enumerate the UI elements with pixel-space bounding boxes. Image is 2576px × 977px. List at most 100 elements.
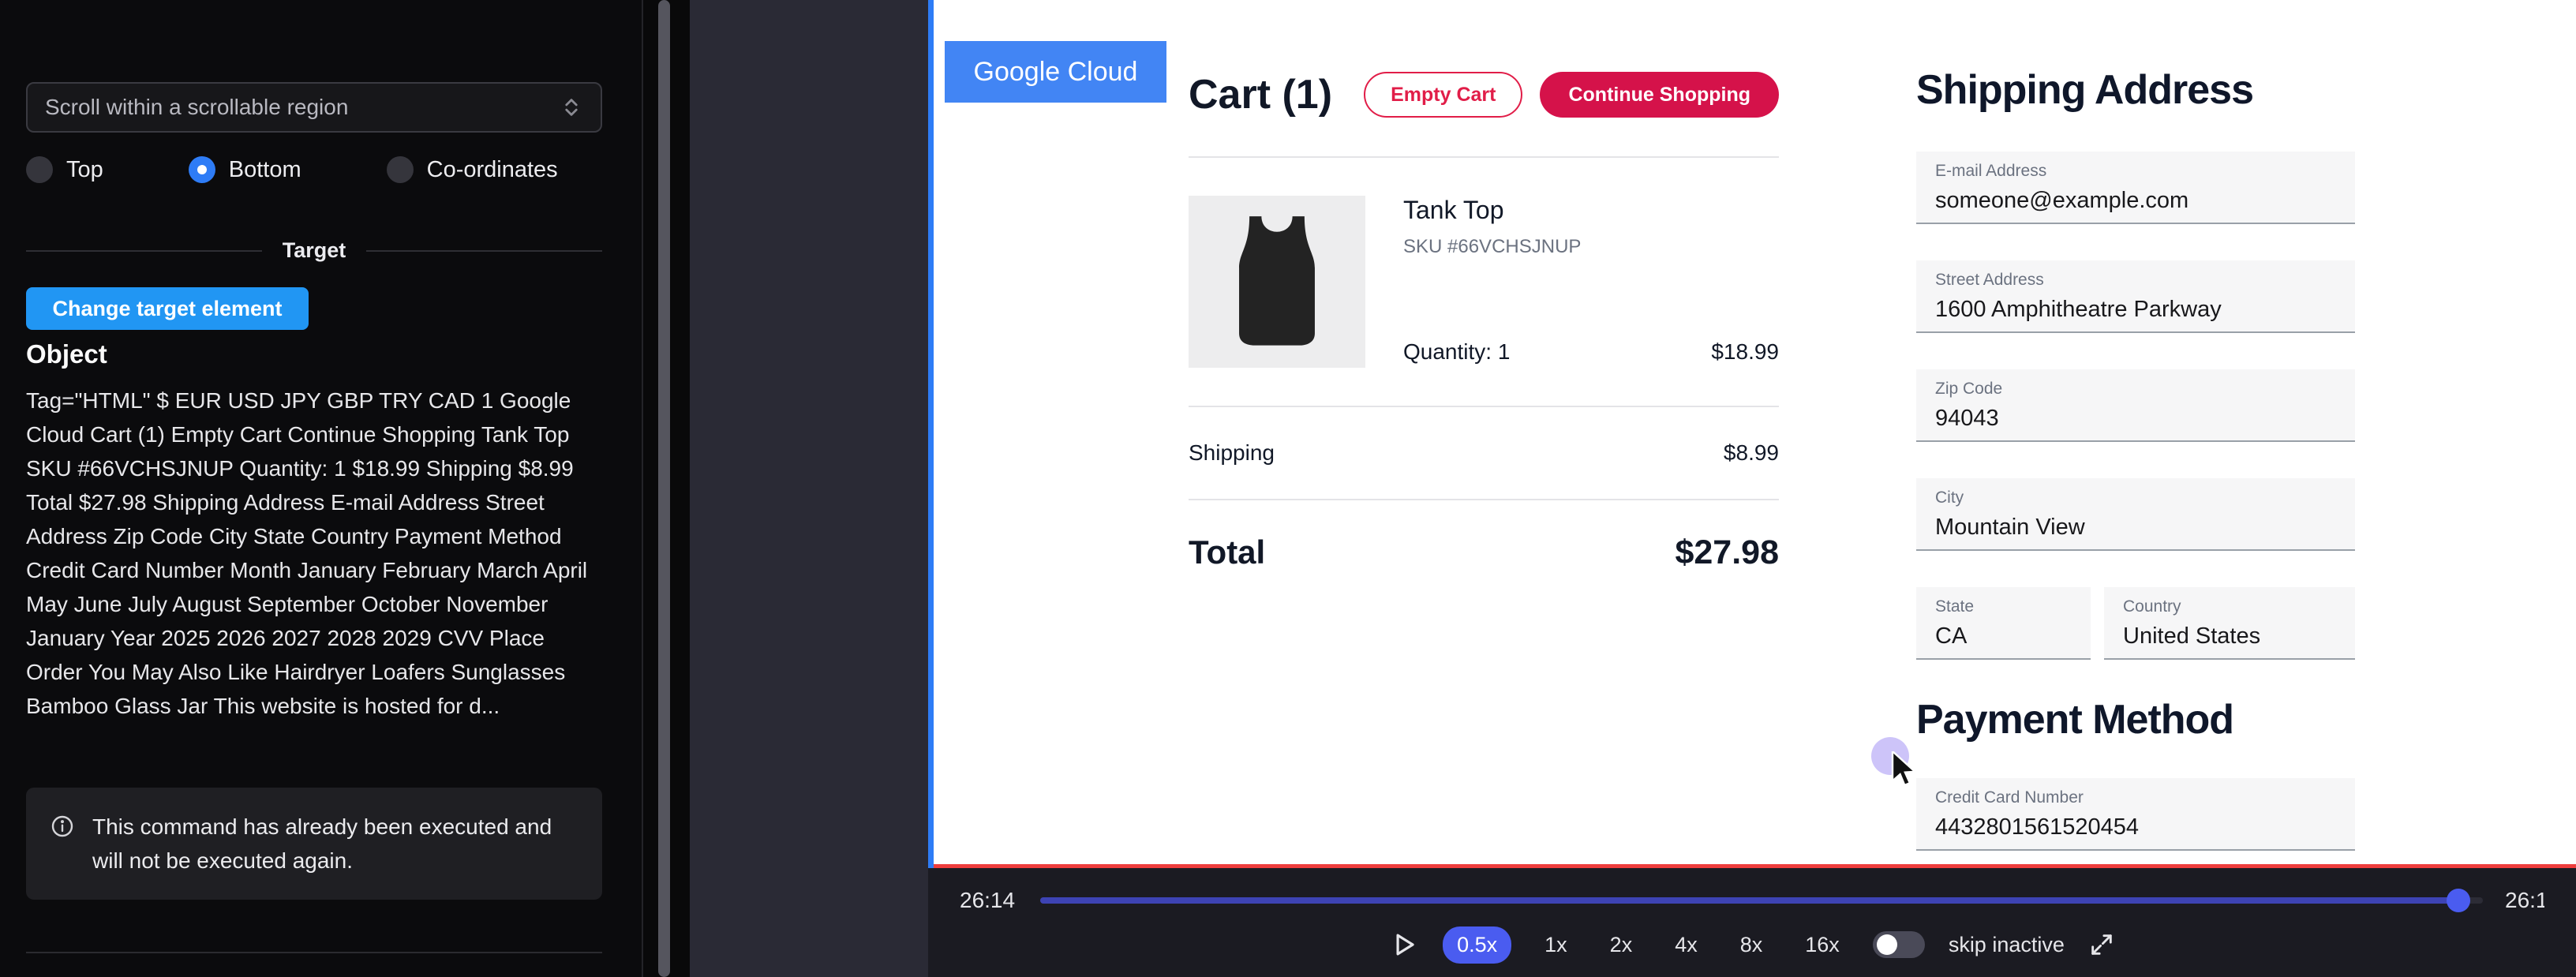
zip-code-field-label: Zip Code bbox=[1935, 380, 2336, 399]
credit-card-field-value: 4432801561520454 bbox=[1935, 814, 2336, 840]
cart-item-quantity: Quantity: 1 bbox=[1403, 339, 1510, 365]
cart-header-buttons: Empty Cart Continue Shopping bbox=[1364, 72, 1779, 118]
total-time: 26:15 bbox=[2505, 888, 2544, 912]
sidebar-scrollbar-track bbox=[645, 0, 690, 977]
credit-card-field-label: Credit Card Number bbox=[1935, 788, 2336, 807]
cart-item-info: Tank Top SKU #66VCHSJNUP Quantity: 1 $18… bbox=[1403, 196, 1779, 368]
timeline-slider[interactable] bbox=[1040, 889, 2483, 912]
replay-backdrop bbox=[690, 0, 928, 977]
shipping-value: $8.99 bbox=[1724, 440, 1779, 466]
tank-top-graphic bbox=[1189, 196, 1365, 368]
street-address-field-value: 1600 Amphitheatre Parkway bbox=[1935, 297, 2336, 323]
change-target-button[interactable]: Change target element bbox=[26, 287, 309, 330]
cart-divider bbox=[1189, 406, 1779, 407]
speed-button-2x[interactable]: 2x bbox=[1601, 928, 1642, 962]
speed-button-05x[interactable]: 0.5x bbox=[1443, 926, 1511, 964]
chevron-updown-icon bbox=[560, 95, 583, 119]
radio-option-top[interactable]: Top bbox=[26, 156, 103, 183]
info-icon bbox=[50, 814, 75, 839]
total-label: Total bbox=[1189, 533, 1265, 571]
country-field-label: Country bbox=[2123, 597, 2336, 616]
checkout-section: Shipping Address E-mail Address someone@… bbox=[1916, 66, 2355, 851]
cart-title: Cart (1) bbox=[1189, 71, 1332, 118]
notice-text: This command has already been executed a… bbox=[92, 810, 578, 878]
mouse-cursor-icon bbox=[1890, 751, 1919, 789]
email-field[interactable]: E-mail Address someone@example.com bbox=[1916, 152, 2355, 224]
timeline-progress bbox=[1040, 897, 2458, 904]
country-field[interactable]: Country United States bbox=[2104, 587, 2355, 660]
speed-button-16x[interactable]: 16x bbox=[1795, 928, 1849, 962]
cart-divider bbox=[1189, 156, 1779, 158]
empty-cart-button[interactable]: Empty Cart bbox=[1364, 72, 1522, 118]
timeline-knob[interactable] bbox=[2447, 889, 2470, 912]
scroll-position-radio-group: Top Bottom Co-ordinates bbox=[26, 156, 602, 183]
radio-control-top[interactable] bbox=[26, 156, 53, 183]
viewport-bottom-marker bbox=[934, 864, 2576, 868]
divider-line bbox=[366, 250, 602, 252]
cart-item-sku: SKU #66VCHSJNUP bbox=[1403, 236, 1779, 258]
divider-line bbox=[26, 250, 262, 252]
email-field-value: someone@example.com bbox=[1935, 188, 2336, 214]
cart-section: Cart (1) Empty Cart Continue Shopping bbox=[1189, 69, 1779, 572]
google-cloud-banner: Google Cloud bbox=[945, 41, 1166, 103]
target-section-divider: Target bbox=[26, 238, 602, 263]
state-field-label: State bbox=[1935, 597, 2072, 616]
fullscreen-button[interactable] bbox=[2088, 931, 2115, 958]
country-field-value: United States bbox=[2123, 623, 2336, 649]
action-select[interactable]: Scroll within a scrollable region bbox=[26, 82, 602, 133]
timeline-row: 26:14 26:15 bbox=[960, 868, 2544, 923]
replay-viewport: Google Cloud Cart (1) Empty Cart Continu… bbox=[928, 0, 2576, 868]
sidebar-bottom-divider bbox=[26, 952, 602, 953]
app-root: Scroll within a scrollable region Top Bo… bbox=[0, 0, 2576, 977]
state-field-value: CA bbox=[1935, 623, 2072, 649]
cart-item-row: Tank Top SKU #66VCHSJNUP Quantity: 1 $18… bbox=[1189, 196, 1779, 368]
shipping-label: Shipping bbox=[1189, 440, 1275, 466]
shipping-address-heading: Shipping Address bbox=[1916, 66, 2355, 114]
city-field[interactable]: City Mountain View bbox=[1916, 478, 2355, 551]
object-heading: Object bbox=[26, 339, 107, 369]
radio-control-bottom[interactable] bbox=[189, 156, 215, 183]
radio-label-top: Top bbox=[66, 157, 103, 183]
cart-item-name: Tank Top bbox=[1403, 196, 1779, 225]
city-field-value: Mountain View bbox=[1935, 515, 2336, 541]
expand-icon bbox=[2088, 931, 2115, 958]
zip-code-field[interactable]: Zip Code 94043 bbox=[1916, 369, 2355, 442]
current-time: 26:14 bbox=[960, 888, 1015, 913]
skip-inactive-toggle[interactable] bbox=[1873, 931, 1925, 958]
state-country-row: State CA Country United States bbox=[1916, 587, 2355, 660]
speed-button-4x[interactable]: 4x bbox=[1665, 928, 1707, 962]
play-button[interactable] bbox=[1389, 930, 1419, 960]
total-time-wrap: 26:15 bbox=[2505, 888, 2544, 913]
target-section-label: Target bbox=[283, 238, 346, 263]
street-address-field-label: Street Address bbox=[1935, 271, 2336, 290]
continue-shopping-button[interactable]: Continue Shopping bbox=[1540, 72, 1779, 118]
speed-button-1x[interactable]: 1x bbox=[1535, 928, 1577, 962]
cart-item-quantity-price-row: Quantity: 1 $18.99 bbox=[1403, 339, 1779, 368]
shipping-cost-row: Shipping $8.99 bbox=[1189, 440, 1779, 466]
radio-option-coordinates[interactable]: Co-ordinates bbox=[387, 156, 558, 183]
tank-top-image bbox=[1189, 196, 1365, 368]
object-description-text: Tag="HTML" $ EUR USD JPY GBP TRY CAD 1 G… bbox=[26, 384, 605, 723]
radio-control-coordinates[interactable] bbox=[387, 156, 414, 183]
cart-divider bbox=[1189, 499, 1779, 500]
speed-button-8x[interactable]: 8x bbox=[1731, 928, 1773, 962]
zip-code-field-value: 94043 bbox=[1935, 406, 2336, 432]
city-field-label: City bbox=[1935, 488, 2336, 507]
radio-option-bottom[interactable]: Bottom bbox=[189, 156, 301, 183]
player-controls: 0.5x 1x 2x 4x 8x 16x skip inactive bbox=[960, 923, 2544, 966]
payment-method-heading: Payment Method bbox=[1916, 696, 2355, 743]
total-row: Total $27.98 bbox=[1189, 533, 1779, 572]
cart-header: Cart (1) Empty Cart Continue Shopping bbox=[1189, 69, 1779, 120]
replay-main: Google Cloud Cart (1) Empty Cart Continu… bbox=[928, 0, 2576, 977]
credit-card-number-field[interactable]: Credit Card Number 4432801561520454 bbox=[1916, 778, 2355, 851]
sidebar-scrollbar-thumb[interactable] bbox=[658, 0, 670, 977]
state-field[interactable]: State CA bbox=[1916, 587, 2091, 660]
radio-label-coordinates: Co-ordinates bbox=[427, 157, 558, 183]
shipping-address-fields: E-mail Address someone@example.com Stree… bbox=[1916, 152, 2355, 660]
already-executed-notice: This command has already been executed a… bbox=[26, 788, 602, 900]
replay-player-bar: 26:14 26:15 0.5x 1x 2x bbox=[928, 868, 2576, 977]
play-icon bbox=[1389, 930, 1419, 960]
street-address-field[interactable]: Street Address 1600 Amphitheatre Parkway bbox=[1916, 260, 2355, 333]
email-field-label: E-mail Address bbox=[1935, 162, 2336, 181]
radio-label-bottom: Bottom bbox=[229, 157, 301, 183]
